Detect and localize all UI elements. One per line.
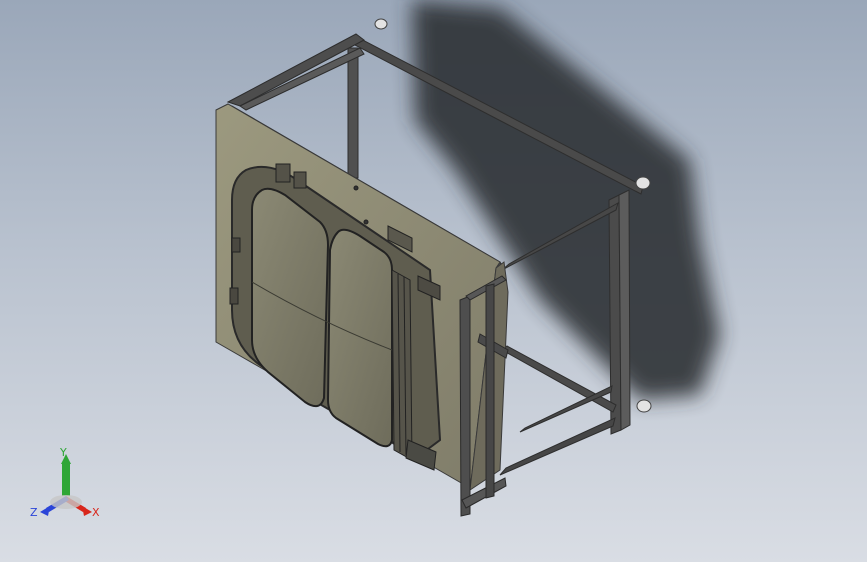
coordinate-triad: Y X Z	[26, 446, 106, 526]
right-window-pane	[326, 228, 393, 448]
y-axis-arrow	[62, 462, 70, 496]
cad-3d-viewport[interactable]: Y X Z	[0, 0, 867, 562]
assembly-model[interactable]	[0, 0, 867, 562]
z-axis-label: Z	[30, 506, 38, 519]
left-window-pane	[251, 187, 330, 408]
y-axis-label: Y	[60, 446, 67, 459]
x-axis-label: X	[92, 506, 100, 519]
triad-base	[50, 495, 82, 509]
z-axis-arrowhead	[40, 506, 50, 516]
x-axis-arrowhead	[82, 506, 92, 516]
